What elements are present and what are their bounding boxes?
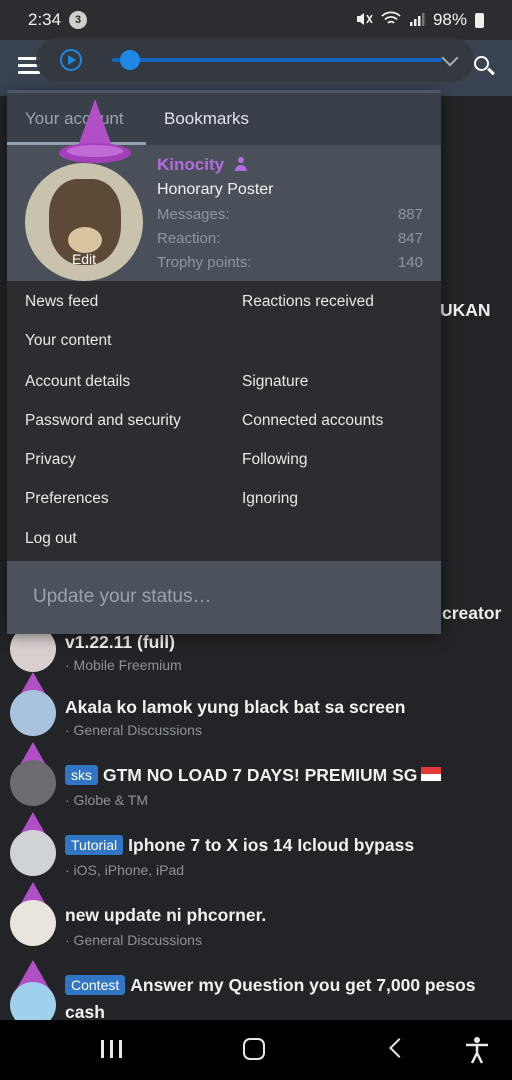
accessibility-icon[interactable] xyxy=(464,1036,490,1064)
tab-bookmarks[interactable]: Bookmarks xyxy=(164,109,249,129)
screen: 2:34 3 98% UKAN creator v1.22.11 (full) … xyxy=(0,0,512,1080)
battery-percent: 98% xyxy=(432,10,467,29)
stat-label: Reaction: xyxy=(157,230,221,247)
back-icon[interactable] xyxy=(389,1038,409,1058)
background-partial-title: UKAN xyxy=(440,300,491,320)
search-icon[interactable] xyxy=(474,56,496,78)
username-text[interactable]: Kinocity xyxy=(157,155,224,174)
avatar-muzzle xyxy=(68,227,102,253)
background-partial-title: creator xyxy=(442,603,502,623)
wifi-icon xyxy=(381,11,401,30)
status-time: 2:34 xyxy=(28,10,62,29)
group-icon xyxy=(233,156,249,172)
status-bar: 2:34 3 98% xyxy=(0,0,512,40)
thread-forum[interactable]: · iOS, iPhone, iPad xyxy=(65,862,184,878)
flag-icon xyxy=(421,767,442,781)
avatar xyxy=(10,690,56,736)
play-icon[interactable] xyxy=(60,49,82,71)
recent-apps-icon[interactable] xyxy=(101,1040,123,1058)
stat-messages: Messages: 887 xyxy=(157,206,423,223)
menu-following[interactable]: Following xyxy=(242,451,307,469)
menu-ignoring[interactable]: Ignoring xyxy=(242,490,298,508)
media-controls xyxy=(36,38,474,82)
thread-title[interactable]: sks GTM NO LOAD 7 DAYS! PREMIUM SG xyxy=(65,765,442,786)
thread-title-text[interactable]: Answer my Question you get 7,000 pesos xyxy=(130,975,475,995)
stat-value[interactable]: 847 xyxy=(398,230,423,247)
menu-reactions-received[interactable]: Reactions received xyxy=(242,293,374,311)
profile-rank: Honorary Poster xyxy=(157,181,274,198)
stat-value[interactable]: 140 xyxy=(398,254,423,271)
avatar xyxy=(10,830,56,876)
wizard-hat-icon xyxy=(55,97,131,171)
signal-icon xyxy=(409,11,425,30)
stat-label: Trophy points: xyxy=(157,254,252,271)
edit-avatar-link[interactable]: Edit xyxy=(25,251,143,267)
thread-prefix-tag[interactable]: Tutorial xyxy=(65,835,124,855)
avatar xyxy=(10,760,56,806)
stat-label: Messages: xyxy=(157,206,230,223)
menu-signature[interactable]: Signature xyxy=(242,373,308,391)
thread-forum[interactable]: · Mobile Freemium xyxy=(65,657,182,673)
menu-your-content[interactable]: Your content xyxy=(25,332,111,350)
menu-account-details[interactable]: Account details xyxy=(25,373,130,391)
thread-prefix-tag[interactable]: sks xyxy=(65,765,98,785)
status-update-input[interactable]: Update your status… xyxy=(7,561,441,634)
menu-password-security[interactable]: Password and security xyxy=(25,412,181,430)
thread-title-text[interactable]: Iphone 7 to X ios 14 Icloud bypass xyxy=(128,835,414,855)
thread-title[interactable]: Contest Answer my Question you get 7,000 … xyxy=(65,975,476,996)
status-right: 98% xyxy=(355,10,484,30)
system-nav-bar xyxy=(0,1020,512,1080)
stat-reactions: Reaction: 847 xyxy=(157,230,423,247)
battery-icon xyxy=(475,12,484,28)
chevron-down-icon[interactable] xyxy=(441,49,459,67)
thread-title-text[interactable]: GTM NO LOAD 7 DAYS! PREMIUM SG xyxy=(103,765,417,785)
stat-trophy-points: Trophy points: 140 xyxy=(157,254,423,271)
profile-avatar[interactable]: Edit xyxy=(25,163,143,281)
menu-log-out[interactable]: Log out xyxy=(25,530,77,548)
thread-forum[interactable]: · General Discussions xyxy=(65,722,202,738)
thread-title[interactable]: new update ni phcorner. xyxy=(65,905,266,926)
seek-handle[interactable] xyxy=(120,50,140,70)
status-placeholder[interactable]: Update your status… xyxy=(33,586,211,608)
thread-title[interactable]: Tutorial Iphone 7 to X ios 14 Icloud bypa… xyxy=(65,835,414,856)
thread-title[interactable]: v1.22.11 (full) xyxy=(65,632,175,653)
thread-title[interactable]: Akala ko lamok yung black bat sa screen xyxy=(65,697,405,718)
seek-bar[interactable] xyxy=(112,58,442,62)
home-icon[interactable] xyxy=(243,1038,265,1060)
menu-news-feed[interactable]: News feed xyxy=(25,293,98,311)
stat-value[interactable]: 887 xyxy=(398,206,423,223)
menu-privacy[interactable]: Privacy xyxy=(25,451,76,469)
thread-forum[interactable]: · General Discussions xyxy=(65,932,202,948)
menu-preferences[interactable]: Preferences xyxy=(25,490,109,508)
notification-count-badge: 3 xyxy=(69,11,88,29)
mute-icon xyxy=(355,11,373,30)
profile-username[interactable]: Kinocity xyxy=(157,155,249,175)
menu-connected-accounts[interactable]: Connected accounts xyxy=(242,412,383,430)
thread-prefix-tag[interactable]: Contest xyxy=(65,975,126,995)
account-dropdown: Your account Bookmarks Edit Kinocity Hon… xyxy=(7,90,441,634)
avatar xyxy=(10,900,56,946)
thread-forum[interactable]: · Globe & TM xyxy=(65,792,148,808)
